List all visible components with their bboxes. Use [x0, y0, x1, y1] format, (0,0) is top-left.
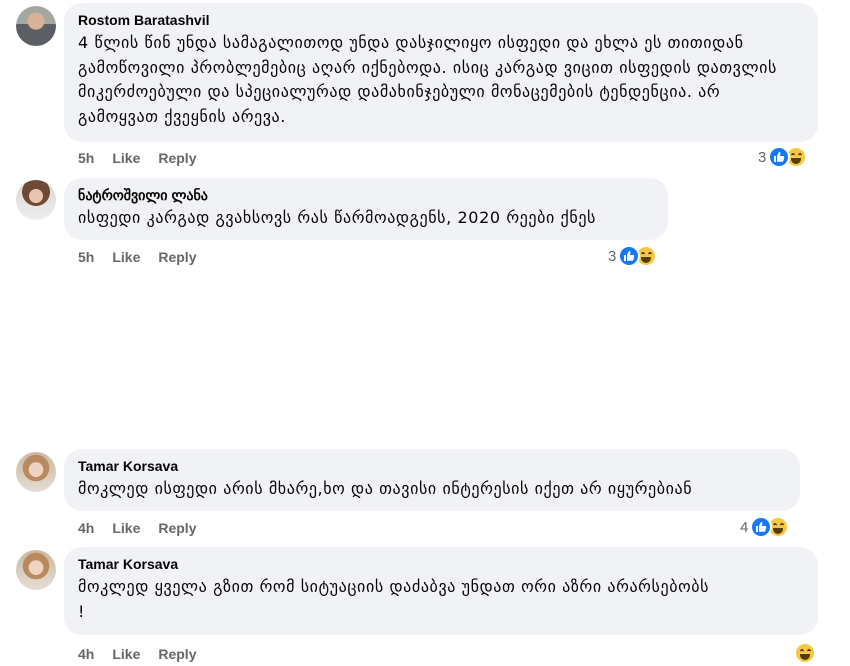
comment-author[interactable]: ნატროშვილი ლანა — [78, 186, 654, 204]
comment-bubble: ნატროშვილი ლანა ისფედი კარგად გვახსოვს რ… — [64, 178, 668, 240]
like-button[interactable]: Like — [112, 520, 140, 536]
comment-text: მოკლედ ყველა გზით რომ სიტუაციის დაძაბვა … — [78, 577, 710, 621]
comment-time[interactable]: 5h — [78, 150, 94, 166]
like-button[interactable]: Like — [112, 249, 140, 265]
like-reaction-icon — [750, 516, 773, 538]
reply-button[interactable]: Reply — [158, 249, 196, 265]
comment-time[interactable]: 4h — [78, 646, 94, 662]
comment-actions: 4h Like Reply — [78, 646, 196, 662]
comment-time[interactable]: 4h — [78, 520, 94, 536]
reaction-count: 4 — [740, 518, 749, 536]
comment-text: 4 წლის წინ უნდა სამაგალითოდ უნდა დასჯილი… — [78, 33, 777, 126]
reaction-summary[interactable]: 4 — [740, 516, 790, 538]
comment-bubble: Tamar Korsava მოკლედ ისფედი არის მხარე,ხ… — [64, 449, 800, 511]
avatar[interactable] — [16, 6, 56, 46]
avatar[interactable] — [16, 452, 56, 492]
avatar[interactable] — [16, 550, 56, 590]
like-button[interactable]: Like — [112, 150, 140, 166]
reply-button[interactable]: Reply — [158, 646, 196, 662]
reaction-count: 3 — [758, 148, 767, 166]
comment-actions: 5h Like Reply — [78, 249, 196, 265]
comment-bubble: Rostom Baratashvil 4 წლის წინ უნდა სამაგ… — [64, 3, 818, 142]
avatar[interactable] — [16, 180, 56, 220]
haha-reaction-icon — [794, 642, 816, 664]
reaction-summary[interactable] — [792, 642, 816, 664]
reaction-summary[interactable]: 3 — [608, 245, 658, 267]
like-button[interactable]: Like — [112, 646, 140, 662]
comment-author[interactable]: Tamar Korsava — [78, 555, 804, 573]
comment-time[interactable]: 5h — [78, 249, 94, 265]
reply-button[interactable]: Reply — [158, 150, 196, 166]
comment-author[interactable]: Tamar Korsava — [78, 457, 786, 475]
comment-actions: 5h Like Reply — [78, 150, 196, 166]
comment-bubble: Tamar Korsava მოკლედ ყველა გზით რომ სიტუ… — [64, 547, 818, 635]
reaction-count: 3 — [608, 247, 617, 265]
comment-author[interactable]: Rostom Baratashvil — [78, 11, 804, 29]
reaction-summary[interactable]: 3 — [758, 146, 808, 168]
reply-button[interactable]: Reply — [158, 520, 196, 536]
comment-text: ისფედი კარგად გვახსოვს რას წარმოადგენს, … — [78, 208, 596, 227]
comment-actions: 4h Like Reply — [78, 520, 196, 536]
like-reaction-icon — [618, 245, 641, 267]
comment-text: მოკლედ ისფედი არის მხარე,ხო და თავისი ინ… — [78, 479, 693, 498]
like-reaction-icon — [768, 146, 791, 168]
